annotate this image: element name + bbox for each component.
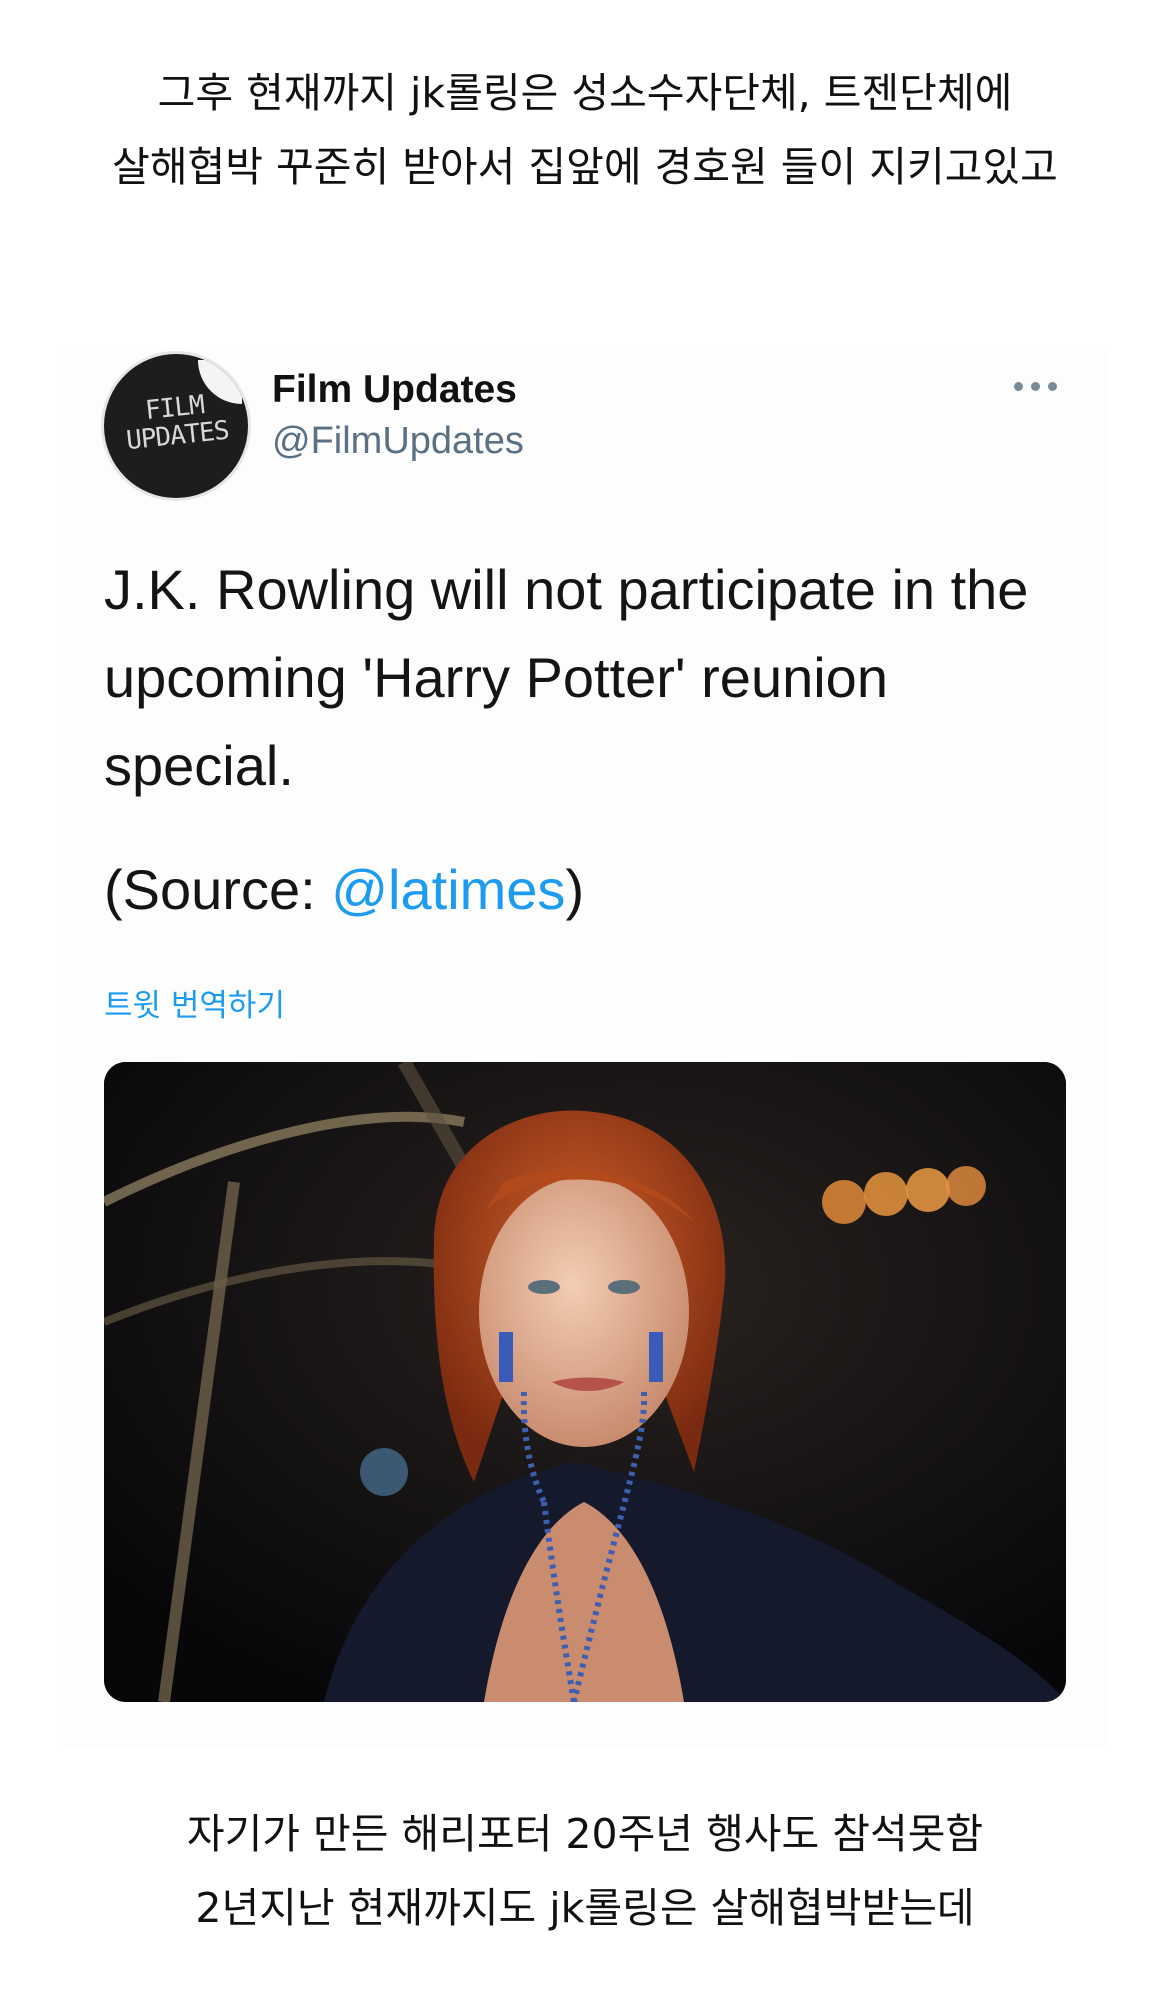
photo-illustration <box>104 1062 1066 1702</box>
user-handle[interactable]: @FilmUpdates <box>272 420 524 463</box>
tweet-photo[interactable] <box>104 1062 1066 1702</box>
avatar-logo-text: FILM UPDATES <box>124 390 231 457</box>
tweet-card: FILM UPDATES Film Updates @FilmUpdates J… <box>62 346 1108 1748</box>
caption-bottom: 자기가 만든 해리포터 20주년 행사도 참석못함 2년지난 현재까지도 jk롤… <box>186 1810 984 1932</box>
translate-tweet-link[interactable]: 트윗 번역하기 <box>104 980 285 1025</box>
avatar[interactable]: FILM UPDATES <box>104 354 248 498</box>
source-line: (Source: @latimes) <box>104 846 584 934</box>
tweet-text: J.K. Rowling will not participate in the… <box>104 558 1029 797</box>
source-suffix: ) <box>565 858 585 921</box>
caption-top: 그후 현재까지 jk롤링은 성소수자단체, 트젠단체에 살해협박 꾸준히 받아서… <box>112 69 1058 191</box>
more-horizontal-icon[interactable] <box>1014 382 1058 392</box>
source-prefix: (Source: <box>104 858 332 921</box>
display-name[interactable]: Film Updates <box>272 368 517 412</box>
source-mention-link[interactable]: @latimes <box>331 858 565 921</box>
